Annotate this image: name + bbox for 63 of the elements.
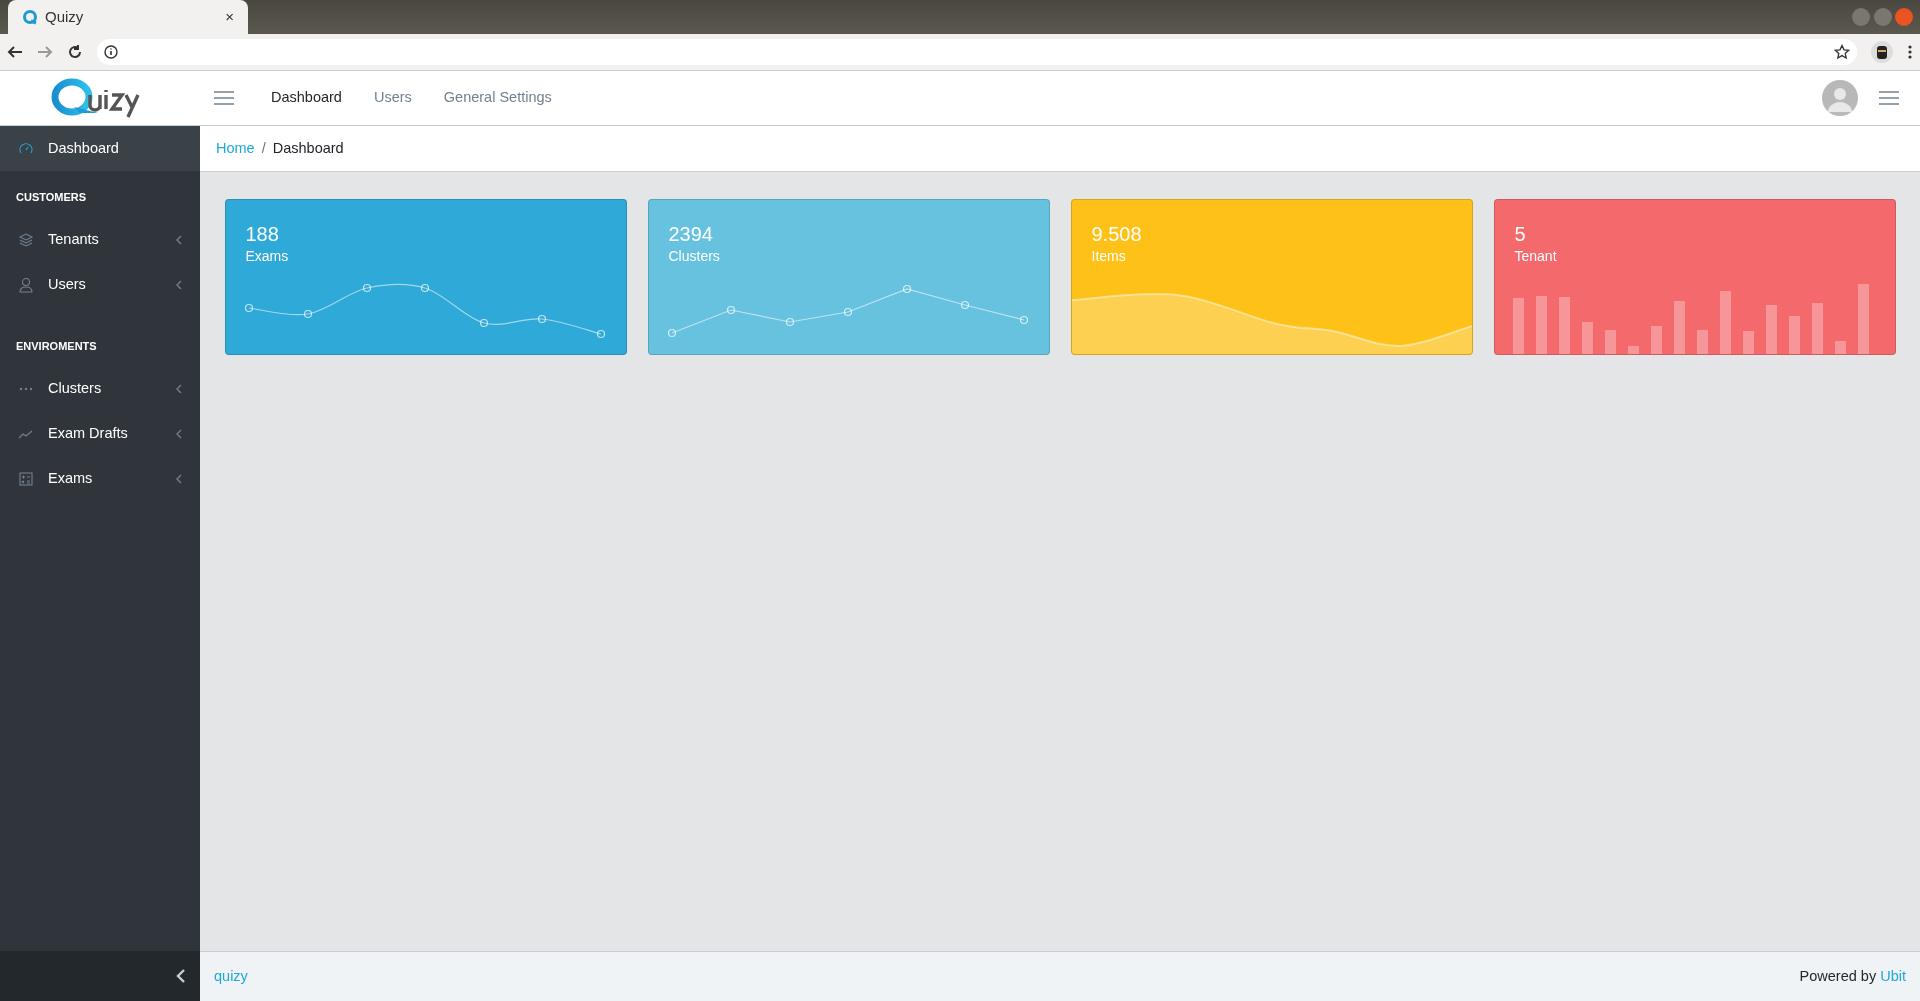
reload-icon[interactable] <box>67 44 83 60</box>
stat-value: 2394 <box>668 222 714 246</box>
sidebar-item[interactable]: Users <box>0 262 200 308</box>
chevron-icon <box>176 473 182 484</box>
user-icon <box>18 277 34 293</box>
avatar[interactable] <box>1822 80 1858 116</box>
chart-bar <box>1857 284 1869 354</box>
back-icon[interactable] <box>7 44 23 60</box>
extension-icon[interactable] <box>1871 41 1893 63</box>
nav-link[interactable]: General Settings <box>427 87 568 109</box>
nav-link[interactable]: Dashboard <box>255 87 358 109</box>
tab-title: Quizy <box>45 6 85 27</box>
sidebar-item[interactable]: Exam Drafts <box>0 411 200 456</box>
powered-by-text: Powered by Ubit <box>1799 966 1906 986</box>
stat-label: Items <box>1091 247 1127 266</box>
chart-bar <box>1765 305 1777 354</box>
stat-label: Clusters <box>668 247 721 266</box>
logo-icon <box>22 9 38 25</box>
chart-bar <box>1512 298 1524 354</box>
chevron-icon <box>176 428 182 439</box>
section-heading: CUSTOMERS <box>15 190 88 205</box>
chevron-icon <box>176 383 182 394</box>
stat-value: 9.508 <box>1091 222 1143 246</box>
calculator-icon <box>18 470 34 487</box>
chart-bar <box>1742 331 1754 354</box>
browser-tab[interactable]: Quizy × <box>8 0 248 34</box>
section-heading: ENVIROMENTS <box>15 338 98 354</box>
dots-icon <box>18 386 34 391</box>
sidebar-item[interactable]: Exams <box>0 456 200 501</box>
chart-bar <box>1696 330 1708 354</box>
close-window-icon[interactable] <box>1895 8 1913 26</box>
collapse-sidebar-button[interactable] <box>176 969 186 983</box>
stat-label: Tenant <box>1514 247 1558 266</box>
forward-icon[interactable] <box>37 44 53 60</box>
chart-bar <box>1673 301 1685 354</box>
menu-icon[interactable] <box>1907 44 1913 60</box>
chart-bar <box>1627 346 1639 354</box>
sidebar-item[interactable]: Tenants <box>0 217 200 263</box>
sidebar-item[interactable]: Clusters <box>0 366 200 411</box>
stat-label: Exams <box>245 247 290 266</box>
info-icon <box>104 45 118 59</box>
stat-value: 5 <box>1514 222 1527 246</box>
chart-bar <box>1535 296 1547 354</box>
breadcrumb-separator: / <box>261 138 266 158</box>
minimize-window-icon[interactable] <box>1852 8 1870 26</box>
nav-link[interactable]: Users <box>357 87 428 109</box>
maximize-window-icon[interactable] <box>1873 8 1892 26</box>
star-icon[interactable] <box>1834 44 1850 60</box>
chart-bar <box>1719 291 1731 354</box>
sidebar-item[interactable]: Dashboard <box>0 126 200 171</box>
breadcrumb-current: Dashboard <box>272 138 344 158</box>
chart-bar <box>1788 316 1800 354</box>
chart-bar <box>1834 341 1846 354</box>
close-tab-button[interactable]: × <box>225 5 234 29</box>
chart-bar <box>1604 330 1616 354</box>
chart-bar <box>1581 322 1593 354</box>
stat-value: 188 <box>245 222 280 246</box>
chart-bar <box>1811 303 1823 354</box>
chevron-icon <box>176 280 182 290</box>
chart-bar <box>1558 297 1570 354</box>
chart-bar <box>1650 326 1662 354</box>
layers-icon <box>18 232 34 248</box>
chevron-icon <box>176 235 182 245</box>
